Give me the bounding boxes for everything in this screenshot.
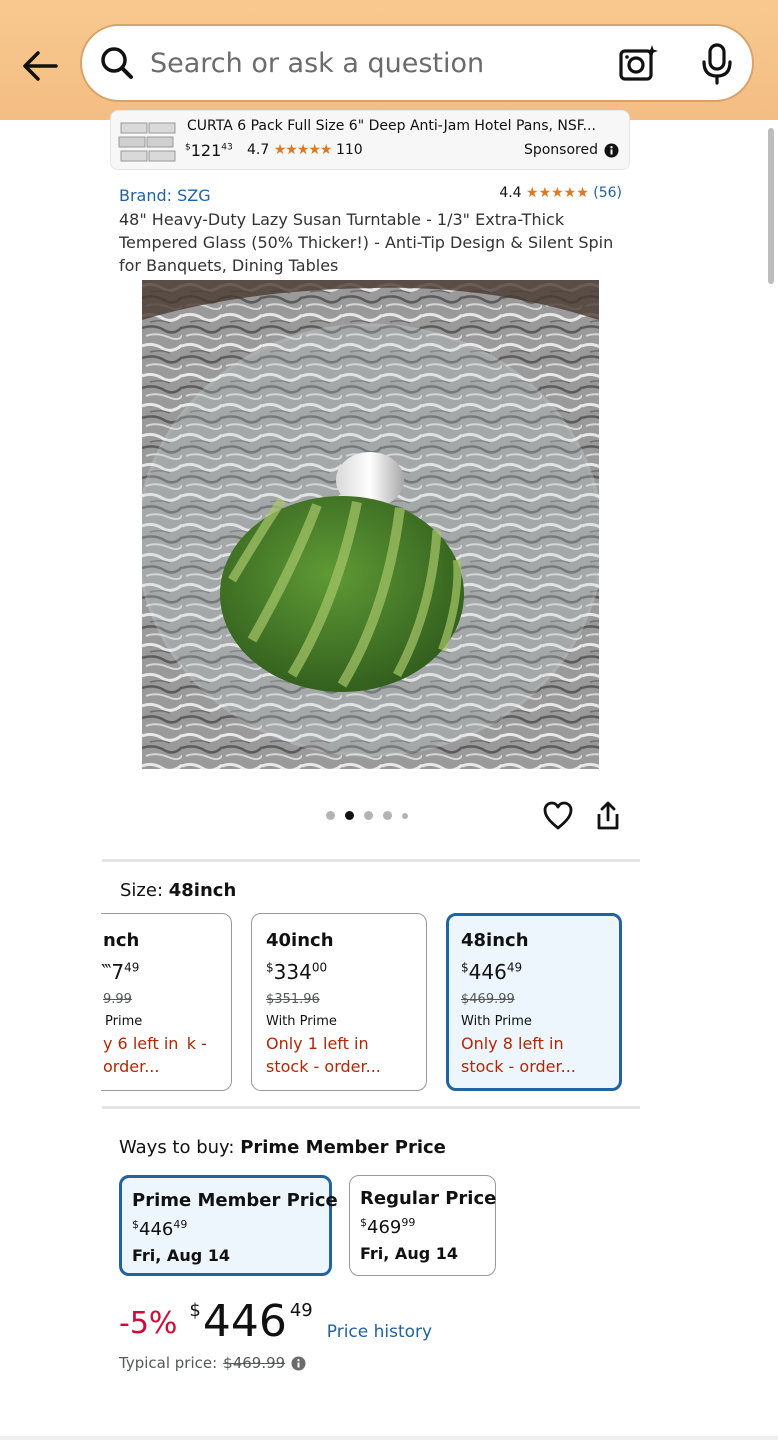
back-arrow-icon[interactable] (18, 44, 62, 88)
current-price: $ 446 49 (189, 1296, 313, 1347)
info-icon[interactable] (291, 1356, 306, 1371)
prime-member-price-option[interactable]: Prime Member Price $44649 Fri, Aug 14 (119, 1175, 338, 1276)
carousel-dot[interactable] (326, 811, 335, 820)
sponsored-product-title[interactable]: CURTA 6 Pack Full Size 6" Deep Anti-Jam … (187, 115, 629, 138)
discount-percent: -5% (119, 1306, 178, 1341)
carousel-dot[interactable] (364, 811, 373, 820)
carousel-mask (0, 900, 101, 1100)
size-label: Size: 48inch (120, 880, 237, 901)
divider (102, 1106, 640, 1109)
carousel-dot[interactable] (383, 811, 392, 820)
search-bar[interactable]: Search or ask a question (80, 24, 754, 102)
sponsored-product-rating: 4.7 ★★★★★ 110 (247, 142, 363, 158)
star-rating-icon: ★★★★★ (526, 185, 589, 201)
size-option-48inch[interactable]: 48inch $44649 $469.99 With Prime Only 8 … (446, 913, 622, 1091)
search-icon (101, 47, 133, 79)
price-history-link[interactable]: Price history (327, 1322, 432, 1342)
product-rating[interactable]: 4.4 ★★★★★ (56) (499, 185, 622, 201)
star-rating-icon: ★★★★★ (273, 142, 333, 158)
app-header: Search or ask a question (0, 0, 778, 120)
search-input[interactable]: Search or ask a question (150, 48, 484, 79)
sponsored-product-image (118, 122, 176, 162)
scrollbar[interactable] (768, 128, 774, 284)
brand-link[interactable]: Brand: SZG (119, 186, 211, 205)
divider (102, 859, 640, 862)
info-icon[interactable] (604, 143, 619, 158)
price-block: -5% $ 446 49 Price history (119, 1296, 432, 1356)
sponsored-product-price: $12143 (185, 141, 233, 160)
carousel-dot-active[interactable] (345, 811, 354, 820)
share-icon[interactable] (594, 800, 622, 832)
bottom-divider (0, 1436, 778, 1440)
carousel-dot[interactable] (402, 812, 408, 819)
size-option-40inch[interactable]: 40inch $33400 $351.96 With Prime Only 1 … (251, 913, 427, 1091)
sponsored-product-card[interactable]: CURTA 6 Pack Full Size 6" Deep Anti-Jam … (110, 110, 630, 170)
heart-icon[interactable] (542, 800, 574, 832)
sponsored-label[interactable]: Sponsored (524, 142, 619, 158)
typical-price: Typical price: $469.99 (119, 1354, 306, 1372)
image-carousel-dots[interactable] (326, 811, 408, 820)
regular-price-option[interactable]: Regular Price $46999 Fri, Aug 14 (349, 1175, 496, 1276)
microphone-icon[interactable] (696, 40, 740, 88)
product-image[interactable] (142, 280, 599, 769)
ways-to-buy-label: Ways to buy: Prime Member Price (119, 1137, 446, 1158)
camera-search-icon[interactable] (616, 42, 660, 86)
lazy-susan-watermelon-photo (142, 280, 599, 769)
product-title: 48" Heavy-Duty Lazy Susan Turntable - 1/… (119, 210, 614, 275)
